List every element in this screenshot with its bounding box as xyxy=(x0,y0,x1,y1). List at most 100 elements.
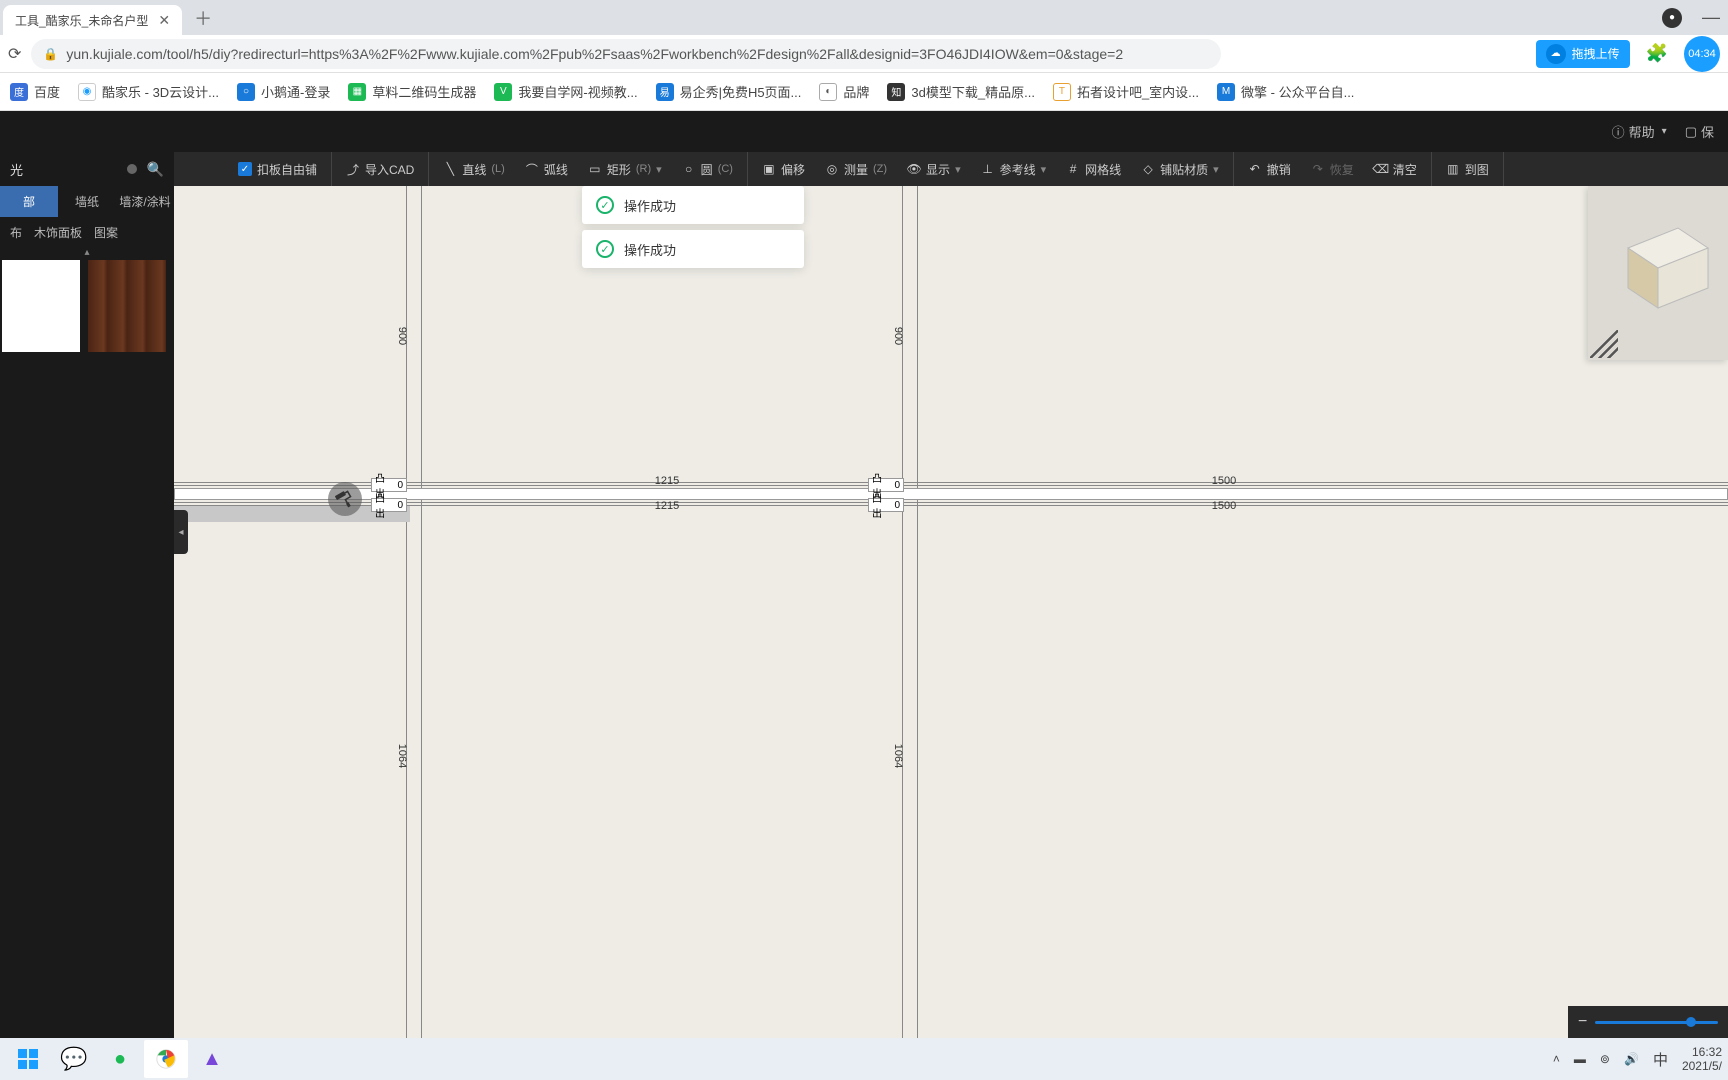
browser-tab-strip: 工具_酷家乐_未命名户型 ✕ ＋ ● — xyxy=(0,0,1728,35)
chevron-down-icon: ▾ xyxy=(1041,163,1047,176)
profile-icon[interactable]: ● xyxy=(1662,8,1682,28)
measure-tool[interactable]: ◎ 测量 (Z) xyxy=(815,152,897,186)
sidebar-sub-wood[interactable]: 木饰面板 xyxy=(34,224,82,241)
grid-icon: # xyxy=(1066,162,1080,176)
taskbar-music[interactable]: ● xyxy=(98,1040,142,1078)
new-tab-button[interactable]: ＋ xyxy=(194,5,212,31)
undo-button[interactable]: ↶ 撤销 xyxy=(1238,152,1301,186)
sidebar-collapse-icon[interactable]: ▴ xyxy=(0,248,174,256)
refline-menu[interactable]: ⊥ 参考线 ▾ xyxy=(971,152,1057,186)
canvas[interactable]: ✓ 操作成功 ✓ 操作成功 ◂ 900 900 1064 1064 xyxy=(174,186,1728,1038)
battery-icon[interactable]: ▬ xyxy=(1574,1052,1586,1066)
taskbar-app[interactable]: ▲ xyxy=(190,1040,234,1078)
wifi-icon[interactable]: ⊚ xyxy=(1600,1052,1610,1066)
chevron-down-icon: ▾ xyxy=(955,163,961,176)
volume-icon[interactable]: 🔊 xyxy=(1624,1052,1639,1066)
preview-3d[interactable] xyxy=(1588,186,1728,360)
panel-collapse-tab[interactable]: ◂ xyxy=(174,510,188,554)
snap-toggle[interactable]: ✓ 扣板自由铺 xyxy=(228,152,327,186)
room-3d-icon xyxy=(1608,218,1718,318)
taskbar: 💬 ● ▲ ˄ ▬ ⊚ 🔊 中 16:32 2021/5/ xyxy=(0,1038,1728,1080)
undo-icon: ↶ xyxy=(1248,162,1262,176)
offset-input-bottom[interactable]: 凸出0 xyxy=(371,498,407,512)
tray-chevron-icon[interactable]: ˄ xyxy=(1553,1052,1560,1066)
sidebar-tab-all[interactable]: 部 xyxy=(0,186,58,217)
sidebar-tab-paint[interactable]: 墙漆/涂料 xyxy=(116,186,174,217)
swatch-wood[interactable] xyxy=(88,260,166,352)
address-bar: ⟳ 🔒 yun.kujiale.com/tool/h5/diy?redirect… xyxy=(0,35,1728,73)
ime-indicator[interactable]: 中 xyxy=(1653,1049,1668,1070)
save-icon: ▢ xyxy=(1685,124,1697,140)
dim-label: 1064 xyxy=(890,744,906,768)
sidebar-sub-cloth[interactable]: 布 xyxy=(10,224,22,241)
line-tool[interactable]: ╲ 直线 (L) xyxy=(433,152,514,186)
extensions-icon[interactable]: 🧩 xyxy=(1646,43,1668,64)
lock-icon: 🔒 xyxy=(43,47,58,61)
circle-tool[interactable]: ○ 圆 (C) xyxy=(672,152,743,186)
redo-button[interactable]: ↷ 恢复 xyxy=(1301,152,1364,186)
taskbar-chrome[interactable] xyxy=(144,1040,188,1078)
bookmark-baidu[interactable]: 度百度 xyxy=(10,82,60,101)
sidebar: 光 🔍 部 墙纸 墙漆/涂料 布 木饰面板 图案 ▴ xyxy=(0,152,174,1038)
swatch-white[interactable] xyxy=(2,260,80,352)
resize-handle-icon[interactable] xyxy=(1590,330,1618,358)
taskbar-wechat[interactable]: 💬 xyxy=(52,1040,96,1078)
dim-label: 900 xyxy=(890,327,906,345)
beam[interactable] xyxy=(174,488,1728,500)
sidebar-title: 光 xyxy=(10,160,23,179)
dim-label: 1064 xyxy=(394,744,410,768)
drag-upload-label: 拖拽上传 xyxy=(1572,45,1620,62)
wall-horizontal[interactable] xyxy=(174,482,1728,486)
save-button[interactable]: ▢ 保 xyxy=(1685,122,1714,141)
roller-icon xyxy=(333,487,358,512)
help-icon: ⓘ xyxy=(1612,122,1625,141)
rect-icon: ▭ xyxy=(588,162,602,176)
bookmark-51zxw[interactable]: V我要自学网-视频教... xyxy=(494,82,637,101)
canvas-wrap: ✓ 扣板自由铺 ⤴ 导入CAD ╲ 直线 (L) ⌒ 弧线 xyxy=(174,152,1728,1038)
search-icon[interactable]: 🔍 xyxy=(147,161,164,178)
bookmark-kujiale[interactable]: ◉酷家乐 - 3D云设计... xyxy=(78,82,219,101)
zoom-bar: − xyxy=(1568,1006,1728,1038)
to-view-button[interactable]: ▥ 到图 xyxy=(1436,152,1499,186)
zoom-slider[interactable] xyxy=(1595,1021,1718,1024)
bookmark-tuozhe[interactable]: T拓者设计吧_室内设... xyxy=(1053,82,1199,101)
close-tab-icon[interactable]: ✕ xyxy=(158,12,170,29)
chevron-down-icon: ▾ xyxy=(656,163,662,176)
system-tray: ˄ ▬ ⊚ 🔊 中 16:32 2021/5/ xyxy=(1553,1045,1722,1074)
toast-success: ✓ 操作成功 xyxy=(582,230,804,268)
bookmark-caoliao[interactable]: ▦草料二维码生成器 xyxy=(348,82,476,101)
reload-icon[interactable]: ⟳ xyxy=(8,44,21,64)
grid-button[interactable]: # 网格线 xyxy=(1056,152,1131,186)
rect-tool[interactable]: ▭ 矩形 (R) ▾ xyxy=(578,152,672,186)
bookmark-weiqing[interactable]: M微擎 - 公众平台自... xyxy=(1217,82,1354,101)
wall-vertical[interactable] xyxy=(902,186,918,1038)
zoom-out-icon[interactable]: − xyxy=(1578,1013,1587,1031)
browser-tab[interactable]: 工具_酷家乐_未命名户型 ✕ xyxy=(3,5,182,35)
zoom-knob[interactable] xyxy=(1686,1017,1696,1027)
url-field[interactable]: 🔒 yun.kujiale.com/tool/h5/diy?redirectur… xyxy=(31,39,1221,69)
bookmark-brand[interactable]: ◐品牌 xyxy=(819,82,869,101)
bookmark-xiaoetong[interactable]: ○小鹅通-登录 xyxy=(237,82,330,101)
bookmark-eqxiu[interactable]: 易易企秀|免费H5页面... xyxy=(656,82,802,101)
bookmarks-bar: 度百度 ◉酷家乐 - 3D云设计... ○小鹅通-登录 ▦草料二维码生成器 V我… xyxy=(0,73,1728,111)
drag-upload-button[interactable]: ☁ 拖拽上传 xyxy=(1536,40,1630,68)
toast-message: 操作成功 xyxy=(624,240,676,259)
check-circle-icon: ✓ xyxy=(596,196,614,214)
clear-button[interactable]: ⌫ 清空 xyxy=(1364,152,1427,186)
sidebar-tab-wallpaper[interactable]: 墙纸 xyxy=(58,186,116,217)
display-menu[interactable]: 👁 显示 ▾ xyxy=(897,152,971,186)
timer-badge[interactable]: 04:34 xyxy=(1684,36,1720,72)
arc-tool[interactable]: ⌒ 弧线 xyxy=(515,152,578,186)
wall-vertical[interactable] xyxy=(406,186,422,1038)
clock[interactable]: 16:32 2021/5/ xyxy=(1682,1045,1722,1074)
offset-tool[interactable]: ▣ 偏移 xyxy=(752,152,815,186)
help-button[interactable]: ⓘ 帮助 xyxy=(1612,122,1667,141)
sidebar-sub-pattern[interactable]: 图案 xyxy=(94,224,118,241)
material-menu[interactable]: ◇ 铺贴材质 ▾ xyxy=(1131,152,1229,186)
start-button[interactable] xyxy=(6,1040,50,1078)
import-cad-button[interactable]: ⤴ 导入CAD xyxy=(336,152,424,186)
bookmark-3dmodel[interactable]: 知3d模型下载_精品原... xyxy=(887,82,1035,101)
minimize-window-icon[interactable]: — xyxy=(1702,7,1720,28)
toast-success: ✓ 操作成功 xyxy=(582,186,804,224)
offset-input-bottom[interactable]: 凸出0 xyxy=(868,498,904,512)
